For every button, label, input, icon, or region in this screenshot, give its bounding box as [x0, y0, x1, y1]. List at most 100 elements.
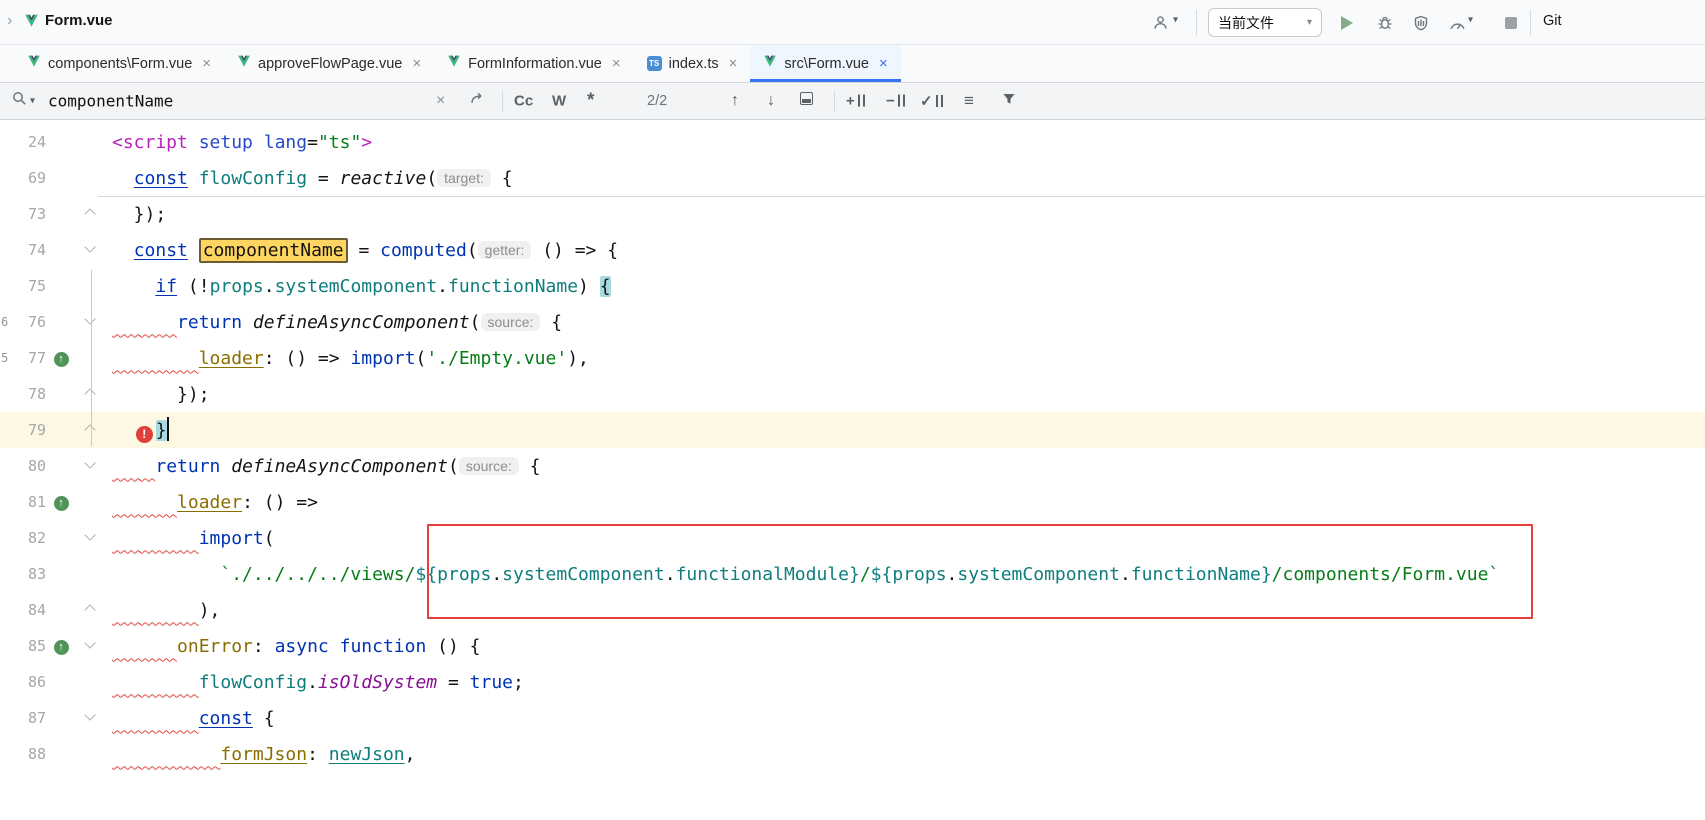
code-text[interactable]: return defineAsyncComponent(source: {: [112, 312, 1705, 333]
next-match-button[interactable]: ↓: [767, 92, 775, 110]
code-text[interactable]: const componentName = computed(getter: (…: [112, 240, 1705, 261]
search-icon[interactable]: [12, 91, 27, 111]
code-text[interactable]: return defineAsyncComponent(source: {: [112, 456, 1705, 477]
search-input[interactable]: componentName: [48, 92, 173, 111]
close-icon[interactable]: ×: [412, 55, 421, 72]
code-line-83[interactable]: 83 `./../../../views/${props.systemCompo…: [0, 556, 1705, 592]
code-line-85[interactable]: 85↑ onError: async function () {: [0, 628, 1705, 664]
code-text[interactable]: import(: [112, 528, 1705, 549]
code-text[interactable]: });: [112, 384, 1705, 405]
code-text[interactable]: const flowConfig = reactive(target: {: [112, 168, 1705, 189]
code-line-80[interactable]: 80 return defineAsyncComponent(source: {: [0, 448, 1705, 484]
fold-down-icon[interactable]: [84, 241, 95, 252]
tab-forminformation[interactable]: FormInformation.vue ×: [434, 45, 634, 82]
gutter: 69: [0, 160, 112, 196]
add-occurrence-button[interactable]: +: [846, 93, 865, 110]
tab-src-form-active[interactable]: src\Form.vue ×: [750, 45, 900, 82]
code-text[interactable]: });: [112, 204, 1705, 225]
code-line-79[interactable]: 79 !}: [0, 412, 1705, 448]
code-line-24[interactable]: 24<script setup lang="ts">: [0, 124, 1705, 160]
previous-match-button[interactable]: ↑: [731, 92, 739, 110]
code-token: `./../../../views/: [220, 564, 415, 585]
close-icon[interactable]: ×: [202, 55, 211, 72]
regex-toggle[interactable]: *: [587, 90, 594, 112]
code-text[interactable]: !}: [112, 417, 1705, 443]
whole-words-toggle[interactable]: W: [552, 93, 566, 110]
run-button[interactable]: [1336, 12, 1358, 34]
coverage-button[interactable]: [1410, 12, 1432, 34]
code-line-78[interactable]: 78 });: [0, 376, 1705, 412]
code-text[interactable]: const {: [112, 708, 1705, 729]
code-text[interactable]: flowConfig.isOldSystem = true;: [112, 672, 1705, 693]
clear-icon[interactable]: ×: [436, 92, 445, 110]
code-line-73[interactable]: 73 });: [0, 196, 1705, 232]
code-token: [188, 168, 199, 189]
remove-occurrence-button[interactable]: −: [886, 93, 905, 110]
code-text[interactable]: loader: () => import('./Empty.vue'),: [112, 348, 1705, 369]
tab-index-ts[interactable]: TS index.ts ×: [634, 45, 751, 82]
code-line-87[interactable]: 87 const {: [0, 700, 1705, 736]
close-icon[interactable]: ×: [612, 55, 621, 72]
code-text[interactable]: if (!props.systemComponent.functionName)…: [112, 276, 1705, 297]
collapse-chevron-icon[interactable]: ›: [7, 12, 12, 30]
fold-end-icon[interactable]: [84, 388, 95, 399]
overrides-icon[interactable]: ↑: [54, 496, 69, 511]
code-line-76[interactable]: 676 return defineAsyncComponent(source: …: [0, 304, 1705, 340]
code-line-86[interactable]: 86 flowConfig.isOldSystem = true;: [0, 664, 1705, 700]
fold-end-icon[interactable]: [84, 424, 95, 435]
tab-label: components\Form.vue: [48, 56, 192, 72]
fold-end-icon[interactable]: [84, 604, 95, 615]
chevron-down-icon[interactable]: ▾: [1173, 15, 1178, 26]
line-number: 80: [0, 457, 46, 475]
code-token: {: [253, 708, 275, 729]
newline-icon[interactable]: [470, 92, 485, 110]
code-line-69[interactable]: 69 const flowConfig = reactive(target: {: [0, 160, 1705, 196]
code-line-82[interactable]: 82 import(: [0, 520, 1705, 556]
filter-icon[interactable]: [1002, 92, 1016, 111]
code-line-81[interactable]: 81 ↑ loader: () =>: [0, 484, 1705, 520]
code-text[interactable]: loader: () =>: [112, 492, 1705, 513]
code-token: import: [350, 348, 415, 369]
code-text[interactable]: <script setup lang="ts">: [112, 132, 1705, 153]
fold-end-icon[interactable]: [84, 208, 95, 219]
tab-components-form[interactable]: components\Form.vue ×: [14, 45, 224, 82]
coverage-icon: [1413, 15, 1429, 31]
fold-down-icon[interactable]: [84, 637, 95, 648]
stop-button[interactable]: [1500, 12, 1522, 34]
select-all-occurrences-button[interactable]: ✓: [920, 92, 943, 110]
code-token: './Empty.vue': [426, 348, 567, 369]
tab-label: index.ts: [669, 56, 719, 72]
fold-down-icon[interactable]: [84, 529, 95, 540]
code-line-84[interactable]: 84 ),: [0, 592, 1705, 628]
code-line-77[interactable]: 577↑ loader: () => import('./Empty.vue')…: [0, 340, 1705, 376]
code-text[interactable]: onError: async function () {: [112, 636, 1705, 657]
filter-lines-icon[interactable]: ≡: [964, 91, 974, 111]
tab-approveflowpage[interactable]: approveFlowPage.vue ×: [224, 45, 434, 82]
git-menu[interactable]: Git: [1543, 13, 1562, 29]
match-case-toggle[interactable]: Cc: [514, 93, 533, 110]
close-icon[interactable]: ×: [729, 55, 738, 72]
close-icon[interactable]: ×: [879, 55, 888, 72]
line-number: 81: [0, 493, 46, 511]
fold-down-icon[interactable]: [84, 709, 95, 720]
profiler-button[interactable]: [1446, 12, 1468, 34]
code-text[interactable]: formJson: newJson,: [112, 744, 1705, 765]
overrides-icon[interactable]: ↑: [54, 352, 69, 367]
chevron-down-icon[interactable]: ▾: [30, 96, 35, 107]
code-line-74[interactable]: 74 const componentName = computed(getter…: [0, 232, 1705, 268]
fold-down-icon[interactable]: [84, 457, 95, 468]
run-config-select[interactable]: 当前文件 ▾: [1208, 8, 1322, 37]
code-text[interactable]: `./../../../views/${props.systemComponen…: [112, 564, 1705, 585]
code-line-88[interactable]: 88 formJson: newJson,: [0, 736, 1705, 772]
open-in-find-window-button[interactable]: [800, 92, 813, 110]
code-line-75[interactable]: 75 if (!props.systemComponent.functionNa…: [0, 268, 1705, 304]
fold-down-icon[interactable]: [84, 313, 95, 324]
code-text[interactable]: ),: [112, 600, 1705, 621]
users-icon[interactable]: [1150, 12, 1172, 34]
code-token: [112, 564, 220, 585]
chevron-down-icon[interactable]: ▾: [1468, 15, 1473, 26]
code-token: flowConfig: [199, 168, 307, 189]
debug-button[interactable]: [1374, 12, 1396, 34]
overrides-icon[interactable]: ↑: [54, 640, 69, 655]
bookmark-icon: 5: [1, 351, 8, 365]
